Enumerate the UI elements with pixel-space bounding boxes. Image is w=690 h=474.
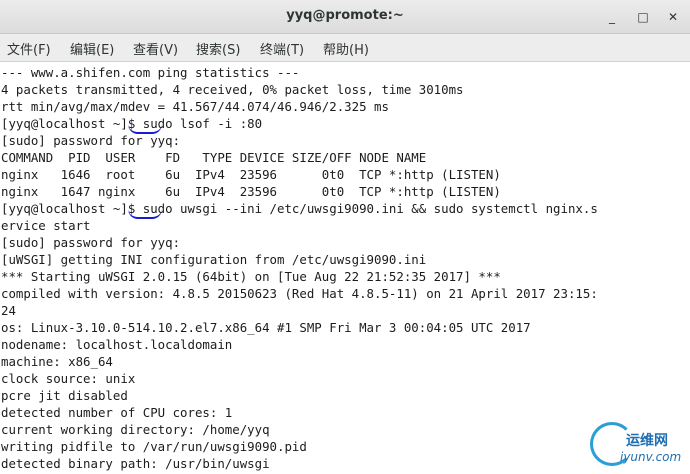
terminal-line: current working directory: /home/yyq <box>1 422 270 437</box>
watermark: 运维网 iyunv.com <box>586 418 690 474</box>
menu-edit[interactable]: 编辑(E) <box>70 39 114 58</box>
terminal-line: ervice start <box>1 218 91 233</box>
terminal-line: machine: x86_64 <box>1 354 113 369</box>
watermark-cn: 运维网 <box>626 433 668 449</box>
terminal-line: 4 packets transmitted, 4 received, 0% pa… <box>1 82 464 97</box>
menu-bar: 文件(F) 编辑(E) 查看(V) 搜索(S) 终端(T) 帮助(H) <box>0 34 690 62</box>
terminal-line: pcre jit disabled <box>1 388 128 403</box>
menu-file[interactable]: 文件(F) <box>7 39 51 58</box>
terminal-line: [sudo] password for yyq: <box>1 133 181 148</box>
window-title: yyq@promote:~ <box>286 8 404 23</box>
terminal-line: nginx 1646 root 6u IPv4 23596 0t0 TCP *:… <box>1 167 501 182</box>
menu-terminal[interactable]: 终端(T) <box>260 39 304 58</box>
menu-help[interactable]: 帮助(H) <box>323 39 369 58</box>
terminal-line: writing pidfile to /var/run/uwsgi9090.pi… <box>1 439 307 454</box>
terminal-output[interactable]: --- www.a.shifen.com ping statistics ---… <box>0 62 690 474</box>
annotation-underline <box>128 209 162 219</box>
terminal-line: detected number of CPU cores: 1 <box>1 405 233 420</box>
terminal-line: [uWSGI] getting INI configuration from /… <box>1 252 427 267</box>
maximize-button[interactable]: □ <box>632 6 654 28</box>
terminal-line: COMMAND PID USER FD TYPE DEVICE SIZE/OFF… <box>1 150 427 165</box>
terminal-line: 24 <box>1 303 16 318</box>
minimize-button[interactable]: _ <box>601 6 623 28</box>
terminal-line: rtt min/avg/max/mdev = 41.567/44.074/46.… <box>1 99 389 114</box>
terminal-line: os: Linux-3.10.0-514.10.2.el7.x86_64 #1 … <box>1 320 531 335</box>
terminal-line: --- www.a.shifen.com ping statistics --- <box>1 65 300 80</box>
close-button[interactable]: ✕ <box>662 6 684 28</box>
terminal-line: nodename: localhost.localdomain <box>1 337 233 352</box>
terminal-line: [sudo] password for yyq: <box>1 235 181 250</box>
terminal-line: nginx 1647 nginx 6u IPv4 23596 0t0 TCP *… <box>1 184 501 199</box>
terminal-line: detected binary path: /usr/bin/uwsgi <box>1 456 270 471</box>
terminal-line: *** Starting uWSGI 2.0.15 (64bit) on [Tu… <box>1 269 501 284</box>
annotation-underline <box>128 124 162 134</box>
terminal-line: compiled with version: 4.8.5 20150623 (R… <box>1 286 598 301</box>
terminal-line: clock source: unix <box>1 371 136 386</box>
watermark-en: iyunv.com <box>620 450 682 464</box>
menu-view[interactable]: 查看(V) <box>133 39 178 58</box>
menu-search[interactable]: 搜索(S) <box>196 39 240 58</box>
terminal-line: [yyq@localhost ~]$ sudo uwsgi --ini /etc… <box>1 201 598 216</box>
title-bar: yyq@promote:~ _ □ ✕ <box>0 0 690 34</box>
